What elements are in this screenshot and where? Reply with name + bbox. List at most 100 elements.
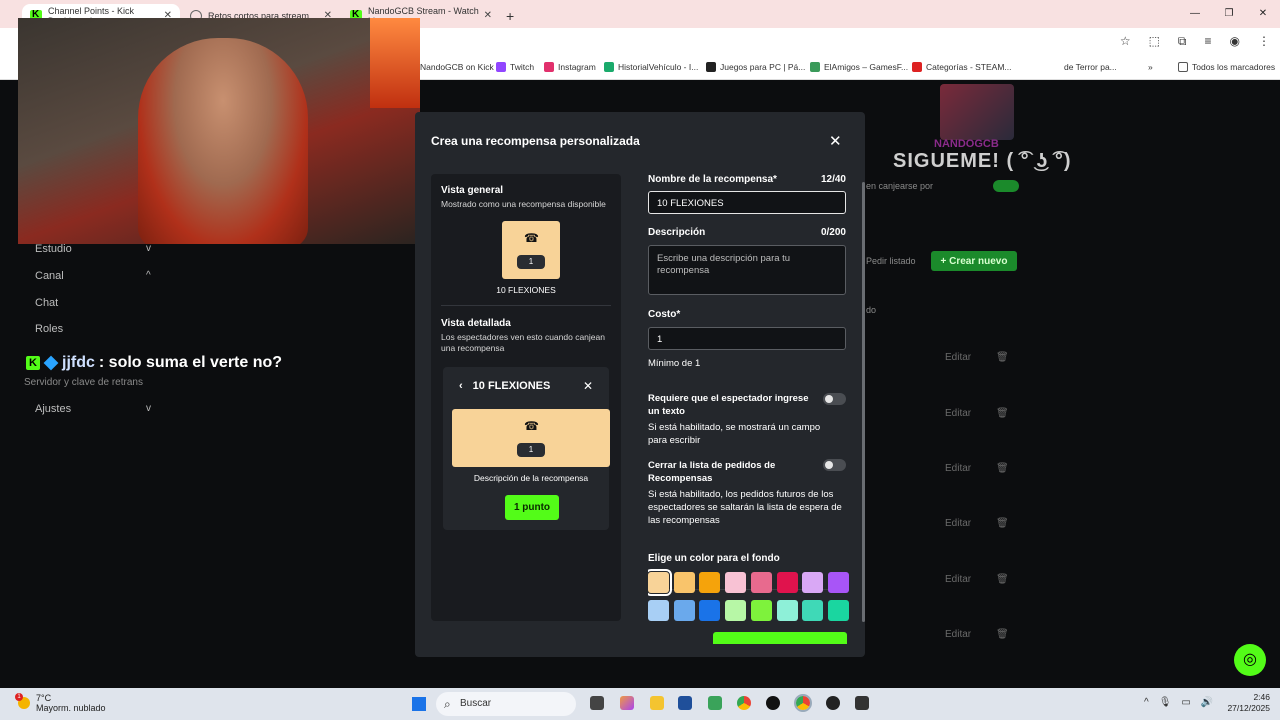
bookmark-item[interactable]: NandoGCB on Kick	[420, 62, 494, 72]
time: 2:46	[1253, 692, 1270, 702]
trash-icon[interactable]: 🗑	[996, 518, 1009, 529]
edit-button[interactable]: Editar	[945, 352, 971, 363]
bookmark-star-icon[interactable]: ☆	[1120, 34, 1131, 49]
maximize-icon[interactable]: ❐	[1212, 0, 1246, 28]
trash-icon[interactable]: 🗑	[996, 352, 1009, 363]
edit-button[interactable]: Editar	[945, 518, 971, 529]
weather-widget[interactable]: 1 7°C Mayorm. nublado	[15, 693, 106, 713]
task-view-icon[interactable]	[590, 696, 604, 710]
enable-toggle[interactable]	[993, 180, 1019, 192]
cancel-button[interactable]: Cancelar	[659, 638, 695, 644]
sidebar-item-ajustes[interactable]: Ajustes	[35, 403, 71, 415]
volume-icon[interactable]: 🔊	[1201, 697, 1213, 708]
trash-icon[interactable]: 🗑	[996, 629, 1009, 640]
obs-icon[interactable]	[826, 696, 840, 710]
close-tab-icon[interactable]: ✕	[484, 10, 492, 21]
color-swatch[interactable]	[699, 600, 721, 621]
reward-name-input[interactable]: 10 FLEXIONES	[648, 191, 846, 214]
app-icon[interactable]	[855, 696, 869, 710]
store-icon[interactable]	[678, 696, 692, 710]
bookmark-item[interactable]: de Terror pa...	[1064, 62, 1117, 72]
streamer-avatar	[940, 84, 1014, 140]
chevron-down-icon[interactable]: v	[146, 243, 151, 254]
create-new-button[interactable]: + Crear nuevo	[931, 251, 1017, 271]
bookmark-item[interactable]: Instagram	[544, 62, 596, 72]
color-swatch[interactable]	[699, 572, 721, 593]
color-swatch[interactable]	[827, 600, 849, 621]
reward-name-preview: 10 FLEXIONES	[496, 285, 556, 295]
trash-icon[interactable]: 🗑	[996, 408, 1009, 419]
chevron-up-icon[interactable]: ^	[146, 270, 151, 281]
color-swatch[interactable]	[750, 572, 772, 593]
chrome-active-icon[interactable]	[794, 694, 812, 712]
color-swatch[interactable]	[776, 572, 798, 593]
trash-icon[interactable]: 🗑	[996, 574, 1009, 585]
support-chat-icon[interactable]: ◎	[1234, 644, 1266, 676]
description-textarea[interactable]: Escribe una descripción para tu recompen…	[648, 245, 846, 295]
scrollbar[interactable]	[862, 182, 865, 622]
cost-input[interactable]: 1	[648, 327, 846, 350]
color-swatch[interactable]	[776, 600, 798, 621]
sidebar-item-canal[interactable]: Canal	[35, 270, 64, 282]
description-label: Descripción	[648, 227, 706, 238]
color-swatch[interactable]	[648, 569, 672, 596]
profile-icon[interactable]: ◉	[1230, 34, 1240, 49]
network-icon[interactable]: ▭	[1181, 697, 1190, 708]
color-swatch[interactable]	[648, 600, 669, 621]
edit-button[interactable]: Editar	[945, 463, 971, 474]
bookmark-item[interactable]: Juegos para PC | Pá...	[706, 62, 805, 72]
color-swatch[interactable]	[802, 572, 824, 593]
save-button[interactable]	[713, 632, 847, 644]
close-icon[interactable]: ✕	[583, 379, 593, 393]
trash-icon[interactable]: 🗑	[996, 463, 1009, 474]
all-bookmarks[interactable]: Todos los marcadores	[1178, 62, 1275, 72]
chevron-left-icon[interactable]: ‹	[459, 380, 463, 392]
color-swatch[interactable]	[725, 572, 747, 593]
file-explorer-icon[interactable]	[650, 696, 664, 710]
bookmark-item[interactable]: ElAmigos – GamesF...	[810, 62, 908, 72]
redeem-point-button[interactable]: 1 punto	[505, 495, 559, 520]
extension-icon[interactable]: ⬚	[1149, 34, 1160, 49]
chrome-icon[interactable]	[737, 696, 751, 710]
bookmark-item[interactable]: HistorialVehículo - I...	[604, 62, 698, 72]
taskbar-search[interactable]: Buscar	[436, 692, 576, 716]
preview-panel: Vista general Mostrado como una recompen…	[431, 174, 621, 621]
chevron-down-icon[interactable]: v	[146, 403, 151, 414]
require-text-toggle[interactable]	[823, 393, 846, 405]
sidebar-item-roles[interactable]: Roles	[35, 323, 63, 335]
edit-button[interactable]: Editar	[945, 408, 971, 419]
menu-icon[interactable]: ⋮	[1258, 34, 1270, 49]
color-swatch[interactable]	[827, 572, 849, 593]
bookmark-item[interactable]: Categorías - STEAM...	[912, 62, 1012, 72]
bookmark-item[interactable]: Twitch	[496, 62, 534, 72]
color-label: Elige un color para el fondo	[648, 553, 780, 564]
windows-start-icon[interactable]	[412, 697, 426, 711]
color-swatch[interactable]	[802, 600, 824, 621]
media-icon[interactable]: ≡	[1205, 34, 1212, 49]
microphone-icon[interactable]: 🎙	[1159, 697, 1172, 708]
sidebar-item-chat[interactable]: Chat	[35, 297, 58, 309]
close-icon[interactable]: ✕	[829, 132, 842, 150]
color-swatch[interactable]	[725, 600, 747, 621]
tiktok-icon[interactable]	[766, 696, 780, 710]
new-tab-button[interactable]: +	[506, 8, 514, 24]
copilot-icon[interactable]	[620, 696, 634, 710]
color-swatch[interactable]	[673, 600, 695, 621]
edit-list-link[interactable]: Pedir listado	[866, 256, 916, 266]
xbox-icon[interactable]	[708, 696, 722, 710]
cost-label: Costo*	[648, 309, 681, 320]
close-window-icon[interactable]: ✕	[1246, 0, 1280, 28]
sidebar-item-estudio[interactable]: Estudio	[35, 243, 72, 255]
minimize-icon[interactable]: —	[1178, 0, 1212, 28]
more-bookmarks-icon[interactable]: »	[1148, 62, 1153, 72]
edit-button[interactable]: Editar	[945, 574, 971, 585]
edit-button[interactable]: Editar	[945, 629, 971, 640]
color-swatch[interactable]	[750, 600, 772, 621]
clock[interactable]: 2:46 27/12/2025	[1227, 692, 1270, 714]
color-swatch[interactable]	[673, 572, 695, 593]
sidebar-item-stream-key[interactable]: Servidor y clave de retrans	[24, 377, 143, 388]
chevron-up-icon[interactable]: ^	[1144, 697, 1149, 708]
puzzle-icon[interactable]: ⧉	[1178, 34, 1187, 49]
temperature: 7°C	[36, 693, 52, 703]
close-queue-toggle[interactable]	[823, 459, 846, 471]
